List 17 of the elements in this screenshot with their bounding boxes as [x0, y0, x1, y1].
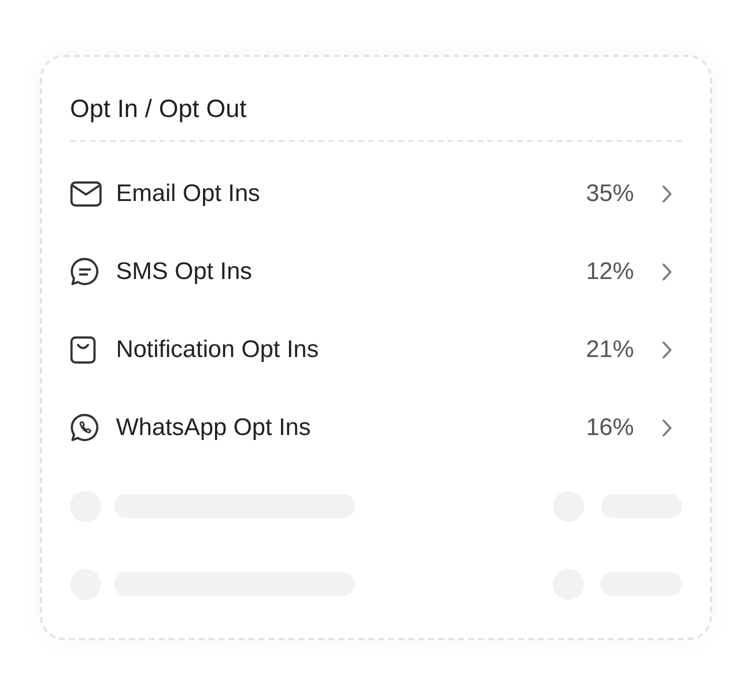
card-title: Opt In / Opt Out: [70, 94, 246, 126]
percentage-value: 12%: [586, 257, 634, 287]
row-label: SMS Opt Ins: [116, 257, 252, 287]
phone-chat-icon: [70, 413, 100, 443]
chevron-right-icon[interactable]: [662, 419, 672, 437]
chevron-right-icon[interactable]: [662, 185, 672, 203]
envelope-icon: [70, 181, 102, 207]
percentage-value: 21%: [586, 335, 634, 365]
chevron-right-icon[interactable]: [662, 263, 672, 281]
row-label: Email Opt Ins: [116, 179, 260, 209]
percentage-value: 35%: [586, 179, 634, 209]
row-label: WhatsApp Opt Ins: [116, 413, 311, 443]
chevron-right-icon[interactable]: [662, 341, 672, 359]
row-label: Notification Opt Ins: [116, 335, 319, 365]
tray-icon: [70, 336, 96, 364]
chat-bubble-icon: [70, 257, 100, 287]
percentage-value: 16%: [586, 413, 634, 443]
